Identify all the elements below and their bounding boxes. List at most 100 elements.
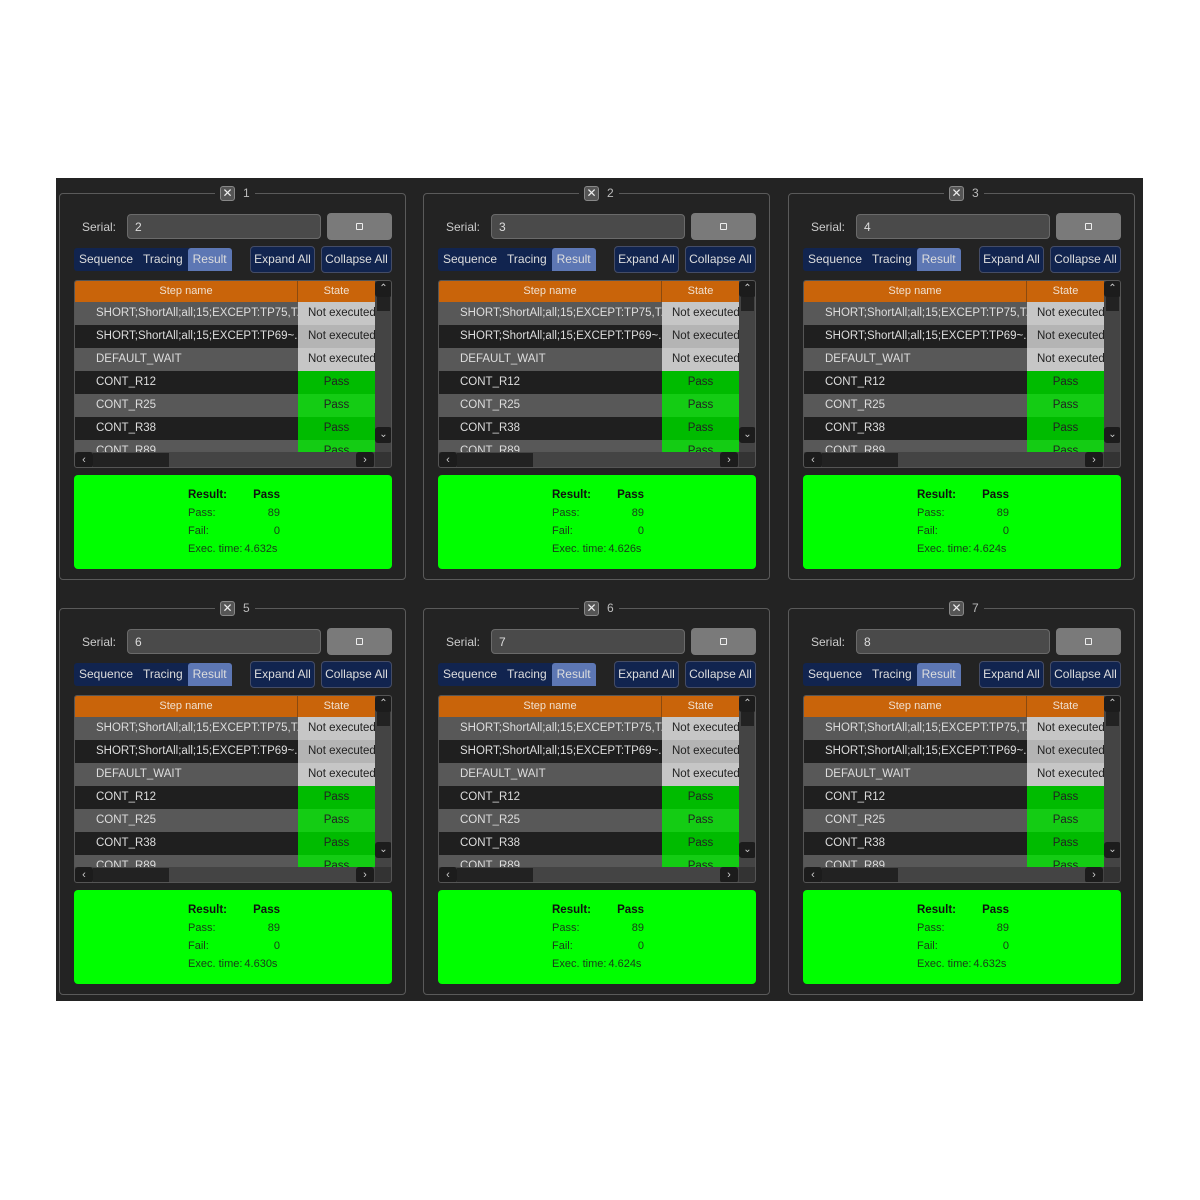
column-step-name[interactable]: Step name	[75, 281, 298, 302]
tab-tracing[interactable]: Tracing	[502, 663, 552, 686]
column-step-name[interactable]: Step name	[804, 696, 1027, 717]
scroll-left-icon[interactable]: ‹	[75, 452, 93, 467]
scroll-right-icon[interactable]: ›	[1085, 867, 1103, 882]
scroll-up-icon[interactable]: ⌃	[739, 696, 755, 712]
stop-button[interactable]	[1056, 213, 1121, 240]
scroll-thumb[interactable]	[93, 868, 169, 882]
scroll-thumb[interactable]	[1106, 297, 1119, 311]
scroll-down-icon[interactable]: ⌄	[375, 842, 391, 858]
scroll-right-icon[interactable]: ›	[356, 452, 374, 467]
table-row[interactable]: SHORT;ShortAll;all;15;EXCEPT:TP75,T... N…	[75, 302, 375, 325]
scroll-thumb[interactable]	[377, 297, 390, 311]
table-row[interactable]: CONT_R25 Pass	[804, 394, 1104, 417]
tab-result[interactable]: Result	[551, 248, 596, 271]
expand-all-button[interactable]: Expand All	[250, 246, 315, 273]
scroll-up-icon[interactable]: ⌃	[375, 281, 391, 297]
close-icon[interactable]: ✕	[220, 600, 235, 616]
table-row[interactable]: CONT_R38 Pass	[804, 832, 1104, 855]
serial-input[interactable]: 6	[127, 629, 321, 654]
vertical-scrollbar[interactable]: ⌃ ⌄	[739, 696, 755, 867]
scroll-right-icon[interactable]: ›	[720, 452, 738, 467]
serial-input[interactable]: 7	[491, 629, 685, 654]
horizontal-scrollbar[interactable]: ‹ ›	[439, 867, 739, 882]
serial-input[interactable]: 2	[127, 214, 321, 239]
table-row[interactable]: SHORT;ShortAll;all;15;EXCEPT:TP69~... No…	[439, 740, 739, 763]
tab-sequence[interactable]: Sequence	[438, 663, 502, 686]
scroll-down-icon[interactable]: ⌄	[1104, 842, 1120, 858]
table-row[interactable]: CONT_R25 Pass	[804, 809, 1104, 832]
table-row[interactable]: CONT_R89 Pass	[439, 440, 739, 452]
expand-all-button[interactable]: Expand All	[979, 661, 1044, 688]
tab-tracing[interactable]: Tracing	[138, 663, 188, 686]
table-row[interactable]: SHORT;ShortAll;all;15;EXCEPT:TP69~... No…	[804, 740, 1104, 763]
vertical-scrollbar[interactable]: ⌃ ⌄	[739, 281, 755, 452]
table-row[interactable]: CONT_R89 Pass	[804, 440, 1104, 452]
collapse-all-button[interactable]: Collapse All	[321, 246, 392, 273]
stop-button[interactable]	[327, 213, 392, 240]
horizontal-scrollbar[interactable]: ‹ ›	[75, 867, 375, 882]
table-row[interactable]: SHORT;ShortAll;all;15;EXCEPT:TP75,T... N…	[804, 302, 1104, 325]
table-row[interactable]: DEFAULT_WAIT Not executed	[804, 763, 1104, 786]
table-row[interactable]: CONT_R25 Pass	[75, 394, 375, 417]
table-row[interactable]: SHORT;ShortAll;all;15;EXCEPT:TP69~... No…	[439, 325, 739, 348]
stop-button[interactable]	[691, 628, 756, 655]
tab-sequence[interactable]: Sequence	[438, 248, 502, 271]
tab-tracing[interactable]: Tracing	[502, 248, 552, 271]
horizontal-scrollbar[interactable]: ‹ ›	[75, 452, 375, 467]
column-state[interactable]: State	[662, 281, 739, 302]
scroll-right-icon[interactable]: ›	[720, 867, 738, 882]
scroll-down-icon[interactable]: ⌄	[739, 842, 755, 858]
collapse-all-button[interactable]: Collapse All	[685, 246, 756, 273]
serial-input[interactable]: 3	[491, 214, 685, 239]
scroll-down-icon[interactable]: ⌄	[739, 427, 755, 443]
close-icon[interactable]: ✕	[949, 185, 964, 201]
table-row[interactable]: SHORT;ShortAll;all;15;EXCEPT:TP69~... No…	[804, 325, 1104, 348]
expand-all-button[interactable]: Expand All	[614, 661, 679, 688]
table-row[interactable]: CONT_R12 Pass	[75, 371, 375, 394]
collapse-all-button[interactable]: Collapse All	[685, 661, 756, 688]
table-row[interactable]: SHORT;ShortAll;all;15;EXCEPT:TP75,T... N…	[804, 717, 1104, 740]
tab-sequence[interactable]: Sequence	[803, 663, 867, 686]
table-row[interactable]: CONT_R38 Pass	[804, 417, 1104, 440]
scroll-thumb[interactable]	[741, 297, 754, 311]
column-state[interactable]: State	[1027, 696, 1104, 717]
vertical-scrollbar[interactable]: ⌃ ⌄	[1104, 281, 1120, 452]
close-icon[interactable]: ✕	[220, 185, 235, 201]
vertical-scrollbar[interactable]: ⌃ ⌄	[1104, 696, 1120, 867]
tab-sequence[interactable]: Sequence	[74, 248, 138, 271]
scroll-left-icon[interactable]: ‹	[439, 867, 457, 882]
table-row[interactable]: CONT_R38 Pass	[439, 832, 739, 855]
table-row[interactable]: SHORT;ShortAll;all;15;EXCEPT:TP75,T... N…	[439, 717, 739, 740]
scroll-right-icon[interactable]: ›	[356, 867, 374, 882]
scroll-thumb[interactable]	[377, 712, 390, 726]
collapse-all-button[interactable]: Collapse All	[1050, 661, 1121, 688]
horizontal-scrollbar[interactable]: ‹ ›	[804, 867, 1104, 882]
tab-tracing[interactable]: Tracing	[867, 663, 917, 686]
tab-result[interactable]: Result	[187, 248, 232, 271]
tab-tracing[interactable]: Tracing	[138, 248, 188, 271]
column-state[interactable]: State	[662, 696, 739, 717]
stop-button[interactable]	[327, 628, 392, 655]
column-step-name[interactable]: Step name	[439, 696, 662, 717]
column-state[interactable]: State	[298, 696, 375, 717]
column-step-name[interactable]: Step name	[804, 281, 1027, 302]
scroll-down-icon[interactable]: ⌄	[375, 427, 391, 443]
scroll-thumb[interactable]	[822, 868, 898, 882]
serial-input[interactable]: 4	[856, 214, 1050, 239]
table-row[interactable]: DEFAULT_WAIT Not executed	[804, 348, 1104, 371]
expand-all-button[interactable]: Expand All	[979, 246, 1044, 273]
table-row[interactable]: SHORT;ShortAll;all;15;EXCEPT:TP69~... No…	[75, 325, 375, 348]
scroll-thumb[interactable]	[457, 868, 533, 882]
scroll-thumb[interactable]	[1106, 712, 1119, 726]
tab-result[interactable]: Result	[916, 248, 961, 271]
table-row[interactable]: CONT_R89 Pass	[75, 440, 375, 452]
scroll-up-icon[interactable]: ⌃	[739, 281, 755, 297]
scroll-left-icon[interactable]: ‹	[75, 867, 93, 882]
scroll-left-icon[interactable]: ‹	[439, 452, 457, 467]
expand-all-button[interactable]: Expand All	[614, 246, 679, 273]
table-row[interactable]: CONT_R12 Pass	[439, 786, 739, 809]
table-row[interactable]: CONT_R12 Pass	[804, 786, 1104, 809]
column-step-name[interactable]: Step name	[75, 696, 298, 717]
collapse-all-button[interactable]: Collapse All	[1050, 246, 1121, 273]
scroll-up-icon[interactable]: ⌃	[375, 696, 391, 712]
